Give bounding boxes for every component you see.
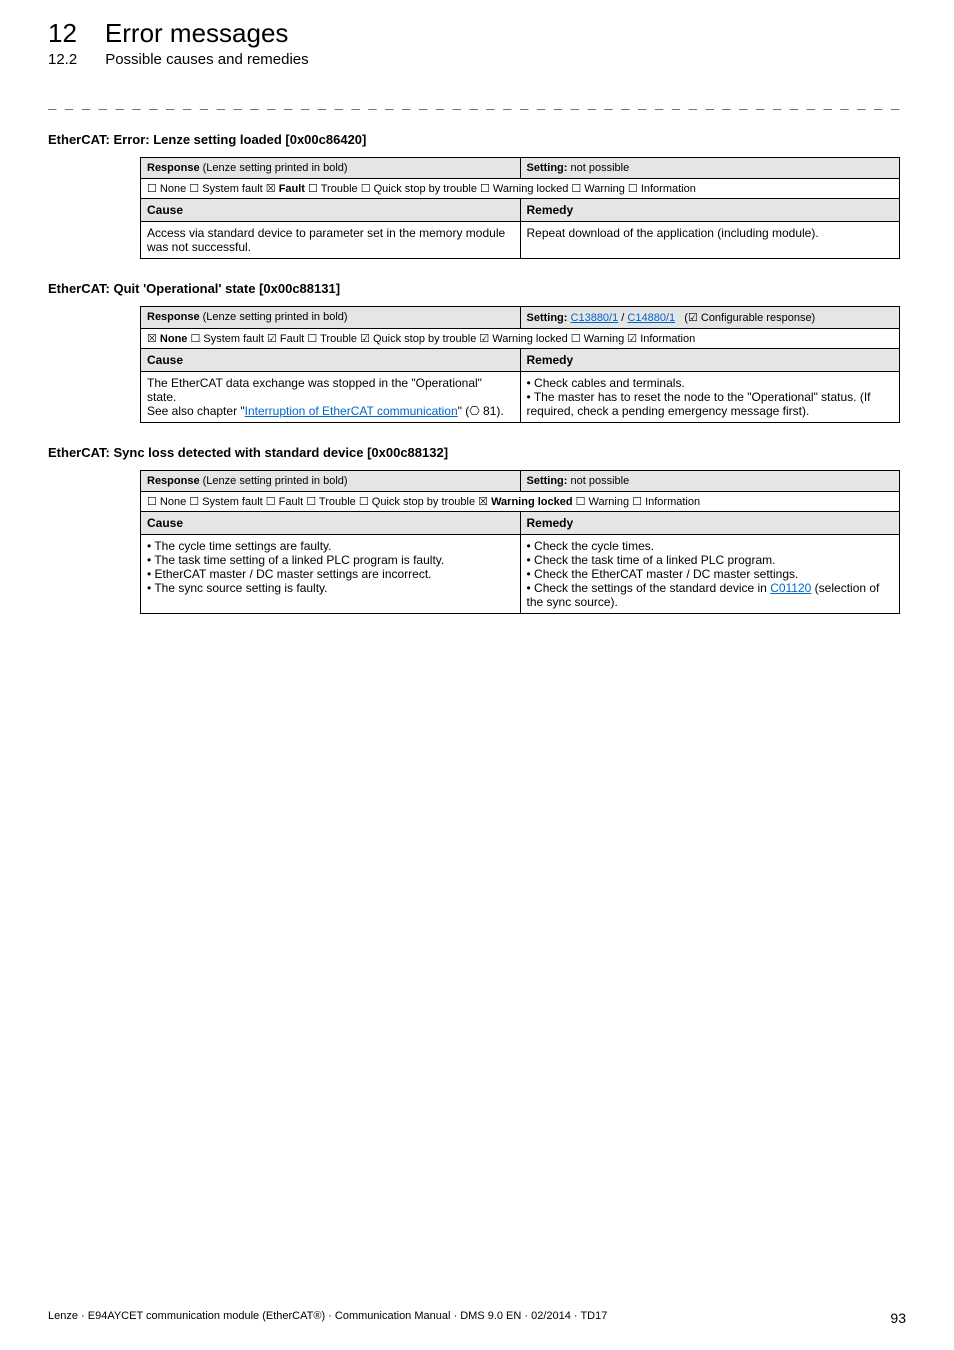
error-entry-title: EtherCAT: Quit 'Operational' state [0x00…: [48, 281, 906, 296]
setting-link[interactable]: C14880/1: [627, 312, 675, 324]
response-header: Response (Lenze setting printed in bold): [141, 307, 521, 329]
error-table: Response (Lenze setting printed in bold)…: [140, 470, 900, 614]
error-table: Response (Lenze setting printed in bold)…: [140, 306, 900, 423]
cause-label: Cause: [141, 349, 521, 372]
response-header: Response (Lenze setting printed in bold): [141, 471, 521, 492]
page-number: 93: [890, 1310, 906, 1326]
response-header: Response (Lenze setting printed in bold): [141, 158, 521, 179]
remedy-label: Remedy: [520, 512, 900, 535]
remedy-label: Remedy: [520, 199, 900, 222]
setting-header: Setting: not possible: [520, 158, 900, 179]
cause-text: The EtherCAT data exchange was stopped i…: [141, 372, 521, 423]
cause-text: Access via standard device to parameter …: [141, 222, 521, 259]
response-flags: ☐ None ☐ System fault ☒ Fault ☐ Trouble …: [141, 179, 900, 199]
remedy-text: Repeat download of the application (incl…: [520, 222, 900, 259]
cause-label: Cause: [141, 512, 521, 535]
divider-rule: _ _ _ _ _ _ _ _ _ _ _ _ _ _ _ _ _ _ _ _ …: [48, 94, 906, 110]
remedy-label: Remedy: [520, 349, 900, 372]
remedy-text: • Check cables and terminals.• The maste…: [520, 372, 900, 423]
chapter-title: Error messages: [105, 18, 289, 49]
section-title: Possible causes and remedies: [105, 51, 308, 68]
response-flags: ☒ None ☐ System fault ☑ Fault ☐ Trouble …: [141, 329, 900, 349]
error-table: Response (Lenze setting printed in bold)…: [140, 157, 900, 259]
error-entry-title: EtherCAT: Error: Lenze setting loaded [0…: [48, 132, 906, 147]
cause-label: Cause: [141, 199, 521, 222]
chapter-number: 12: [48, 18, 77, 49]
setting-header: Setting: not possible: [520, 471, 900, 492]
setting-link[interactable]: C13880/1: [571, 312, 619, 324]
remedy-text: • Check the cycle times.• Check the task…: [520, 535, 900, 614]
error-entry-title: EtherCAT: Sync loss detected with standa…: [48, 445, 906, 460]
response-flags: ☐ None ☐ System fault ☐ Fault ☐ Trouble …: [141, 492, 900, 512]
section-number: 12.2: [48, 51, 77, 68]
setting-header: Setting: C13880/1 / C14880/1 (☑ Configur…: [520, 307, 900, 329]
cause-text: • The cycle time settings are faulty.• T…: [141, 535, 521, 614]
footer-text: Lenze · E94AYCET communication module (E…: [48, 1310, 607, 1326]
